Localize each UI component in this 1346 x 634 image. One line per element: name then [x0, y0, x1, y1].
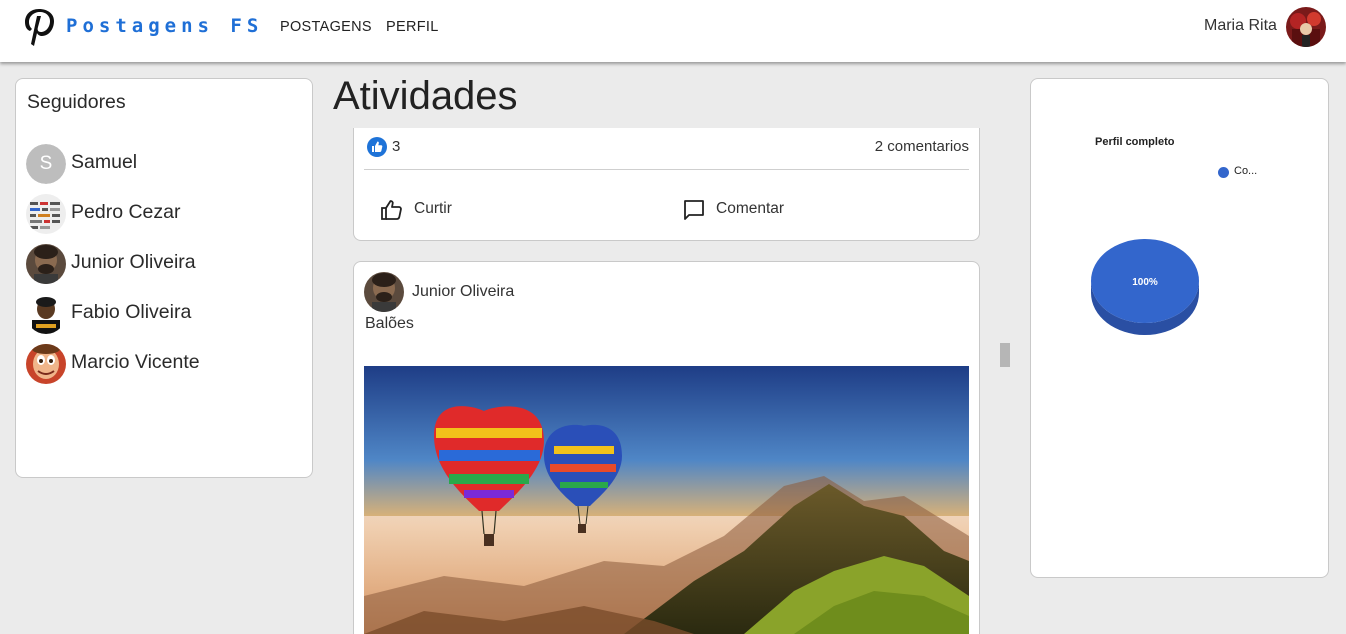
post-image [364, 366, 969, 634]
thumb-up-icon [381, 200, 402, 220]
avatar: S [26, 144, 66, 184]
avatar [26, 294, 66, 334]
legend-label[interactable]: Co... [1234, 165, 1257, 177]
like-count: 3 [392, 138, 401, 155]
comment-button[interactable]: Comentar [682, 188, 822, 228]
avatar [26, 344, 66, 384]
legend-marker [1218, 167, 1229, 178]
follower-item-fabio-oliveira[interactable]: Fabio Oliveira [26, 294, 296, 334]
comment-button-label: Comentar [716, 200, 785, 217]
followers-panel: Seguidores S Samuel Pedro Cezar Junior O… [15, 78, 313, 478]
avatar [26, 244, 66, 284]
post-card: Junior Oliveira Balões [353, 261, 980, 634]
user-name: Maria Rita [1204, 17, 1277, 34]
avatar [26, 194, 66, 234]
follower-item-samuel[interactable]: S Samuel [26, 144, 296, 184]
comment-count[interactable]: 2 comentarios [875, 138, 969, 155]
post-author-name[interactable]: Junior Oliveira [412, 283, 514, 301]
follower-name: Samuel [71, 151, 138, 173]
follower-item-marcio-vicente[interactable]: Marcio Vicente [26, 344, 296, 384]
nav-perfil[interactable]: PERFIL [386, 19, 439, 35]
like-button-label: Curtir [414, 200, 452, 217]
follower-name: Junior Oliveira [71, 251, 196, 273]
brand-title[interactable]: Postagens FS [66, 15, 263, 37]
follower-name: Pedro Cezar [71, 201, 181, 223]
follower-name: Fabio Oliveira [71, 301, 192, 323]
divider [364, 169, 969, 170]
user-avatar[interactable] [1286, 7, 1326, 47]
pinterest-logo-icon[interactable] [22, 6, 56, 48]
pie-slice-label: 100% [1132, 277, 1158, 288]
post-card: 3 2 comentarios Curtir Comentar [353, 128, 980, 241]
comment-icon [684, 200, 704, 220]
scrollbar-handle[interactable] [1000, 343, 1010, 367]
follower-item-junior-oliveira[interactable]: Junior Oliveira [26, 244, 296, 284]
follower-name: Marcio Vicente [71, 351, 200, 373]
follower-item-pedro-cezar[interactable]: Pedro Cezar [26, 194, 296, 234]
avatar[interactable] [364, 272, 404, 312]
pie-chart[interactable]: 100% [1091, 239, 1211, 343]
chart-title: Perfil completo [1095, 136, 1175, 148]
top-navbar: Postagens FS POSTAGENS PERFIL Maria Rita [0, 0, 1346, 62]
like-button[interactable]: Curtir [380, 188, 490, 228]
page-title: Atividades [333, 74, 518, 118]
profile-completion-chart: Perfil completo Co... 100% [1030, 78, 1329, 578]
like-badge-icon [367, 137, 387, 157]
nav-postagens[interactable]: POSTAGENS [280, 19, 372, 35]
post-caption: Balões [365, 315, 414, 332]
followers-title: Seguidores [27, 91, 126, 113]
